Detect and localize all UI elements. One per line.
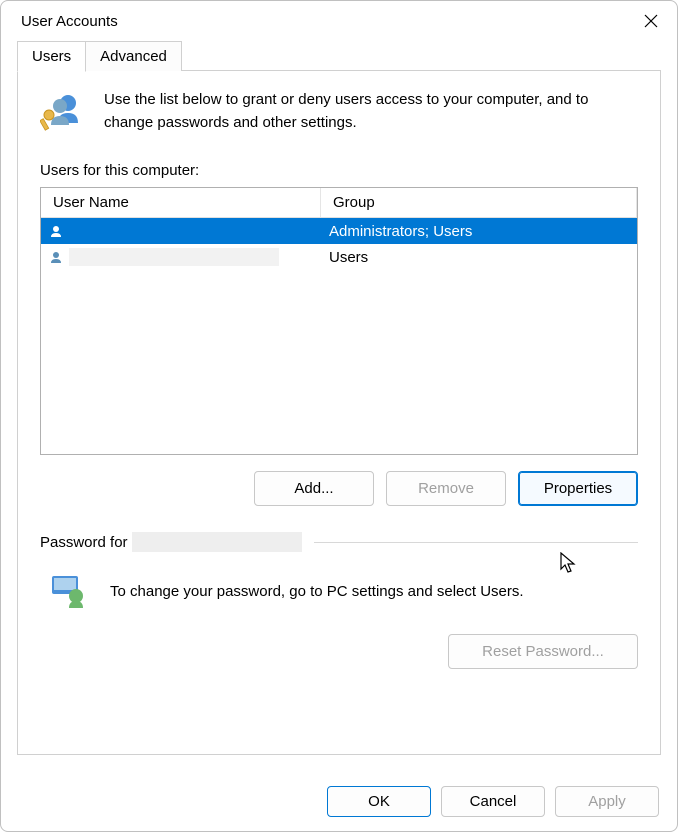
cell-group: Administrators; Users — [321, 219, 637, 244]
password-icon — [48, 570, 90, 612]
password-group: Password for To change your password, go… — [40, 532, 638, 669]
remove-button: Remove — [386, 471, 506, 506]
password-label-text: Password for — [40, 534, 128, 551]
listview-header: User Name Group — [41, 188, 637, 218]
tab-advanced[interactable]: Advanced — [85, 41, 182, 71]
ok-button[interactable]: OK — [327, 786, 431, 817]
list-item[interactable]: Administrators; Users — [41, 218, 637, 244]
col-header-username[interactable]: User Name — [41, 188, 321, 217]
tab-users[interactable]: Users — [17, 41, 86, 72]
reset-password-button: Reset Password... — [448, 634, 638, 669]
cancel-button[interactable]: Cancel — [441, 786, 545, 817]
col-header-group[interactable]: Group — [321, 188, 637, 217]
window-title: User Accounts — [21, 13, 118, 30]
cell-username — [41, 218, 321, 244]
apply-button: Apply — [555, 786, 659, 817]
password-group-label: Password for — [40, 532, 638, 552]
tab-strip: Users Advanced — [17, 41, 661, 71]
user-icon — [49, 250, 63, 264]
properties-button[interactable]: Properties — [518, 471, 638, 506]
password-button-row: Reset Password... — [40, 634, 638, 669]
cell-username — [41, 244, 321, 270]
close-button[interactable] — [639, 9, 663, 33]
group-divider — [314, 542, 638, 543]
user-icon — [49, 224, 63, 238]
list-item[interactable]: Users — [41, 244, 637, 270]
intro-section: Use the list below to grant or deny user… — [40, 89, 638, 134]
password-text: To change your password, go to PC settin… — [110, 583, 524, 600]
password-user-redacted — [132, 532, 302, 552]
users-listview[interactable]: User Name Group Administrators; Users — [40, 187, 638, 455]
content-area: Users Advanced Use the list below to gra… — [1, 41, 677, 772]
intro-text: Use the list below to grant or deny user… — [104, 89, 638, 134]
tab-panel-users: Use the list below to grant or deny user… — [17, 70, 661, 755]
list-label: Users for this computer: — [40, 162, 638, 179]
cell-group: Users — [321, 245, 637, 270]
username-redacted — [69, 248, 279, 266]
close-icon — [644, 14, 658, 28]
users-key-icon — [40, 89, 84, 133]
user-accounts-window: User Accounts Users Advanced Use the lis… — [0, 0, 678, 832]
username-redacted — [69, 222, 299, 240]
dialog-footer: OK Cancel Apply — [1, 772, 677, 831]
password-body: To change your password, go to PC settin… — [40, 552, 638, 622]
titlebar: User Accounts — [1, 1, 677, 41]
add-button[interactable]: Add... — [254, 471, 374, 506]
user-buttons-row: Add... Remove Properties — [40, 471, 638, 506]
